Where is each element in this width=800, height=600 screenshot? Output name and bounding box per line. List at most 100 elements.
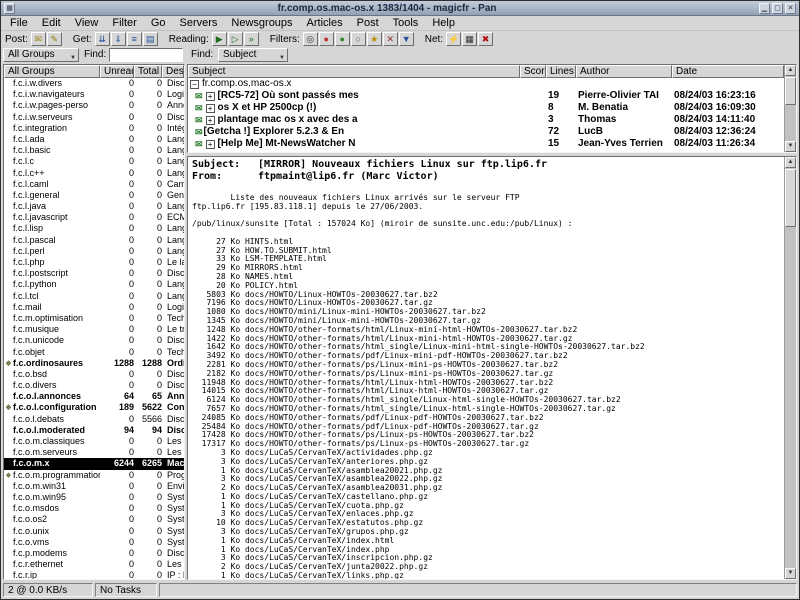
tasks-status[interactable]: No Tasks <box>95 583 157 597</box>
thread-row[interactable]: ✉+[RC5-72] Où sont passés mes19Pierre-Ol… <box>188 90 784 102</box>
menu-filter[interactable]: Filter <box>105 16 143 31</box>
group-row[interactable]: f.c.l.python00Langage <box>4 279 184 290</box>
column-header-total[interactable]: Total <box>134 65 162 78</box>
next-unread-button[interactable]: ▶ <box>212 32 227 46</box>
group-row[interactable]: f.c.o.bsd00Discussio <box>4 369 184 380</box>
collapse-expander-icon[interactable]: − <box>190 80 199 89</box>
group-row[interactable]: f.c.l.tcl00Langage <box>4 291 184 302</box>
menu-tools[interactable]: Tools <box>386 16 426 31</box>
filter-unread-button[interactable]: ● <box>335 32 350 46</box>
group-row[interactable]: f.c.l.c00Langage <box>4 156 184 167</box>
thread-row[interactable]: ✉+plantage mac os x avec des a3Thomas08/… <box>188 114 784 126</box>
maximize-button[interactable]: ▢ <box>772 3 783 14</box>
post-article-button[interactable]: ✉ <box>31 32 46 46</box>
threads-scrollbar[interactable]: ▲ ▼ <box>784 65 796 152</box>
get-bodies-button[interactable]: ▤ <box>143 32 158 46</box>
menu-newsgroups[interactable]: Newsgroups <box>224 16 299 31</box>
scroll-up-icon[interactable]: ▲ <box>785 65 796 76</box>
group-row[interactable]: f.c.m.optimisation00Techniqu <box>4 313 184 324</box>
menu-go[interactable]: Go <box>144 16 173 31</box>
group-row[interactable]: f.c.o.l.annonces6465Annonce <box>4 391 184 402</box>
window-menu-button[interactable]: ▦ <box>4 3 15 14</box>
column-header-all-groups[interactable]: All Groups <box>4 65 100 78</box>
column-header-unread[interactable]: Unread <box>100 65 134 78</box>
group-row[interactable]: f.c.r.ethernet00Les rese <box>4 559 184 570</box>
threads-scrollbar-thumb[interactable] <box>785 77 796 105</box>
thread-group-row[interactable]: −fr.comp.os.mac-os.x <box>188 78 784 90</box>
get-all-new-button[interactable]: ⇊ <box>95 32 110 46</box>
scroll-up-icon[interactable]: ▲ <box>785 157 796 168</box>
followup-button[interactable]: ✎ <box>47 32 62 46</box>
thread-row[interactable]: ✉+os X et HP 2500cp (!)8M. Benatia08/24/… <box>188 102 784 114</box>
filter-new-button[interactable]: ● <box>319 32 334 46</box>
expand-thread-icon[interactable]: + <box>206 104 215 113</box>
group-row[interactable]: f.c.i.w.serveurs00Discussio <box>4 112 184 123</box>
group-row[interactable]: f.c.l.java00Langage <box>4 201 184 212</box>
group-row[interactable]: f.c.l.php00Le langa <box>4 257 184 268</box>
group-filter-combo[interactable]: All Groups ▼ <box>3 48 79 62</box>
group-row[interactable]: f.c.l.pascal00Langage <box>4 235 184 246</box>
menu-articles[interactable]: Articles <box>300 16 350 31</box>
column-header-lines[interactable]: Lines <box>546 65 576 78</box>
group-find-input[interactable] <box>109 48 183 62</box>
group-row[interactable]: f.c.l.caml00Caml et <box>4 179 184 190</box>
go-online-button[interactable]: ⚡ <box>446 32 461 46</box>
group-row[interactable]: f.c.o.vms00System <box>4 537 184 548</box>
group-row[interactable]: f.c.p.modems00Discussio <box>4 548 184 559</box>
column-header-subject[interactable]: Subject <box>188 65 520 78</box>
scroll-down-icon[interactable]: ▼ <box>785 141 796 152</box>
expand-thread-icon[interactable]: + <box>206 116 215 125</box>
group-row[interactable]: f.c.o.m.serveurs00Les serv <box>4 447 184 458</box>
group-row[interactable]: f.c.i.w.divers00Discussio <box>4 78 184 89</box>
group-row[interactable]: f.c.l.basic00Langage <box>4 145 184 156</box>
group-row[interactable]: ◆f.c.ordinosaures12881288Ordinate <box>4 358 184 369</box>
minimize-button[interactable]: ▁ <box>759 3 770 14</box>
menu-file[interactable]: File <box>3 16 35 31</box>
menu-edit[interactable]: Edit <box>35 16 68 31</box>
column-header-author[interactable]: Author <box>576 65 672 78</box>
group-row[interactable]: ◆f.c.o.m.programmation00Progra <box>4 470 184 481</box>
menu-servers[interactable]: Servers <box>173 16 225 31</box>
group-row[interactable]: f.c.o.msdos00System <box>4 503 184 514</box>
group-row[interactable]: f.c.r.ip00IP : Dis <box>4 570 184 579</box>
group-row[interactable]: f.c.o.m.x62446265Mac OS <box>4 458 184 469</box>
group-row[interactable]: f.c.musique00Le traite <box>4 324 184 335</box>
titlebar[interactable]: ▦ fr.comp.os.mac-os.x 1383/1404 - magicf… <box>1 1 799 16</box>
group-row[interactable]: f.c.l.c++00Langage <box>4 168 184 179</box>
column-header-descrip[interactable]: Descrip <box>162 65 184 78</box>
group-row[interactable]: f.c.l.perl00Langage <box>4 246 184 257</box>
thread-row[interactable]: ✉[Getcha !] Explorer 5.2.3 & En72LucB08/… <box>188 126 784 138</box>
filter-ignored-button[interactable]: ✕ <box>383 32 398 46</box>
get-headers-button[interactable]: ≡ <box>127 32 142 46</box>
group-row[interactable]: ◆f.c.o.l.configuration1895622Configur <box>4 402 184 413</box>
scroll-down-icon[interactable]: ▼ <box>785 568 796 579</box>
group-row[interactable]: f.c.l.lisp00Langage <box>4 223 184 234</box>
filter-watched-button[interactable]: ★ <box>367 32 382 46</box>
expand-thread-icon[interactable]: + <box>206 92 215 101</box>
stop-tasks-button[interactable]: ✖ <box>478 32 493 46</box>
group-row[interactable]: f.c.n.unicode00Discussio <box>4 335 184 346</box>
group-row[interactable]: f.c.o.divers00Discussio <box>4 380 184 391</box>
group-row[interactable]: f.c.l.javascript00ECMASc <box>4 212 184 223</box>
column-header-score[interactable]: Score <box>520 65 546 78</box>
next-thread-button[interactable]: » <box>244 32 259 46</box>
close-button[interactable]: ✕ <box>785 3 796 14</box>
filter-match-all-button[interactable]: ◎ <box>303 32 318 46</box>
group-row[interactable]: f.c.o.m.win3100Environ <box>4 481 184 492</box>
menu-view[interactable]: View <box>68 16 106 31</box>
group-row[interactable]: f.c.l.general00Generali <box>4 190 184 201</box>
group-row[interactable]: f.c.o.os200System <box>4 514 184 525</box>
group-row[interactable]: f.c.l.ada00Langage <box>4 134 184 145</box>
group-row[interactable]: f.c.o.l.debats05566Discussio <box>4 414 184 425</box>
group-row[interactable]: f.c.objet00Technolo <box>4 347 184 358</box>
article-find-field-combo[interactable]: Subject ▼ <box>218 48 288 62</box>
menu-help[interactable]: Help <box>425 16 462 31</box>
task-manager-button[interactable]: ▦ <box>462 32 477 46</box>
group-row[interactable]: f.c.i.w.navigateurs00Logiciels <box>4 89 184 100</box>
group-row[interactable]: f.c.l.postscript00Discussio <box>4 268 184 279</box>
column-header-date[interactable]: Date <box>672 65 784 78</box>
group-row[interactable]: f.c.o.m.win9500System <box>4 492 184 503</box>
thread-row[interactable]: ✉+[Help Me] Mt-NewsWatcher N15Jean-Yves … <box>188 138 784 150</box>
filter-read-button[interactable]: ○ <box>351 32 366 46</box>
group-row[interactable]: f.c.o.m.classiques00Les sys <box>4 436 184 447</box>
